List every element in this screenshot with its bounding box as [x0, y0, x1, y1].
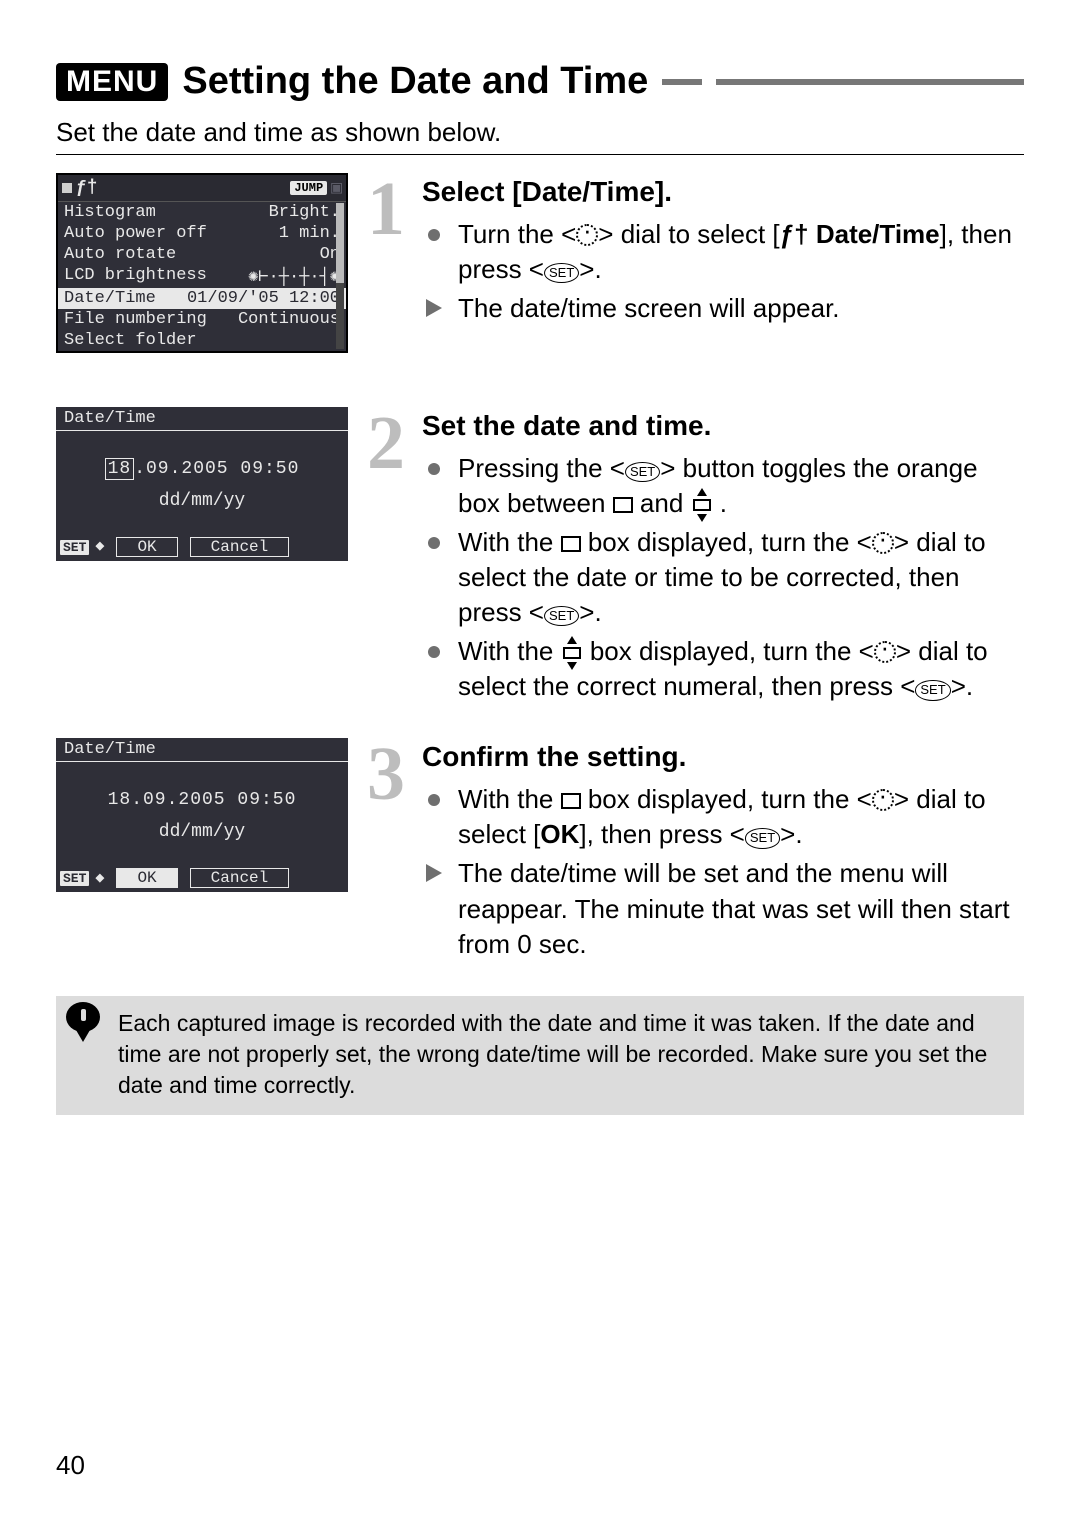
- set-icon: SET: [915, 680, 950, 700]
- dial-icon: [872, 789, 894, 811]
- step-3-heading: Confirm the setting.: [422, 738, 1024, 776]
- lcd-datetime-screenshot-2: Date/Time18.09.2005 09:50dd/mm/yy SET ◆ OK C…: [56, 738, 348, 892]
- lcd-menu-screenshot: ƒ† JUMP ▣ HistogramBright.Auto power off…: [56, 173, 348, 353]
- updown-icon: ◆: [95, 540, 104, 554]
- lcd-menu-row: LCD brightness✺⊢·┼·┼·┤✺: [58, 265, 346, 288]
- step-number-3: 3: [356, 744, 416, 805]
- set-label: SET: [60, 871, 89, 886]
- lcd-dt-button-row: SET ◆ OK Cancel: [56, 537, 348, 561]
- step-2-heading: Set the date and time.: [422, 407, 1024, 445]
- page-title-line: MENU Setting the Date and Time: [56, 60, 1024, 103]
- box-arrows-icon: [691, 493, 713, 517]
- page-number: 40: [56, 1450, 85, 1481]
- lcd-menu-row: File numberingContinuous: [58, 309, 346, 330]
- wrench-icon: ƒ†: [76, 178, 98, 198]
- step-bullet: The date/time screen will appear.: [422, 291, 1024, 326]
- set-label: SET: [60, 540, 89, 555]
- divider: [56, 154, 1024, 155]
- dial-icon: [576, 224, 598, 246]
- cancel-button: Cancel: [190, 868, 290, 888]
- note-icon: [66, 1002, 100, 1032]
- step-bullet: With the box displayed, turn the <> dial…: [422, 634, 1024, 704]
- title-rule: [662, 79, 702, 85]
- set-icon: SET: [625, 462, 660, 482]
- step-bullet: Turn the <> dial to select [ƒ† Date/Time…: [422, 217, 1024, 287]
- lcd-menu-row: Auto rotateOn: [58, 244, 346, 265]
- dial-icon: [872, 532, 894, 554]
- box-icon: [613, 497, 633, 513]
- set-icon: SET: [544, 263, 579, 283]
- menu-badge: MENU: [56, 63, 168, 101]
- updown-icon: ◆: [95, 872, 104, 886]
- lcd-dt-format: dd/mm/yy: [56, 491, 348, 537]
- wrench-icon: ƒ†: [780, 219, 809, 249]
- ok-button: OK: [116, 868, 177, 888]
- box-icon: [561, 536, 581, 552]
- lcd-scrollbar: [336, 203, 344, 349]
- lcd-datetime-screenshot-1: Date/Time18.09.2005 09:50dd/mm/yy SET ◆ OK C…: [56, 407, 348, 561]
- dial-icon: [874, 641, 896, 663]
- page-title: Setting the Date and Time: [182, 60, 648, 103]
- jump-badge: JUMP: [290, 181, 327, 195]
- lcd-menu-row: HistogramBright.: [58, 202, 346, 223]
- lcd-menu-row: Date/Time01/09/'05 12:00: [58, 288, 346, 309]
- lcd-dt-value: 18.09.2005 09:50: [56, 762, 348, 822]
- step-1-heading: Select [Date/Time].: [422, 173, 1024, 211]
- step-bullet: The date/time will be set and the menu w…: [422, 856, 1024, 961]
- note-box: Each captured image is recorded with the…: [56, 996, 1024, 1115]
- step-number-1: 1: [356, 179, 416, 240]
- lcd-menu-row: Auto power off1 min.: [58, 223, 346, 244]
- lcd-dt-button-row: SET ◆ OK Cancel: [56, 868, 348, 892]
- tab-indicator-icon: [62, 183, 72, 193]
- lcd-dt-title: Date/Time: [56, 738, 348, 762]
- lcd-dt-value: 18.09.2005 09:50: [56, 431, 348, 491]
- intro-text: Set the date and time as shown below.: [56, 117, 1024, 148]
- step-number-2: 2: [356, 413, 416, 474]
- step-bullet: With the box displayed, turn the <> dial…: [422, 782, 1024, 852]
- lcd-dt-format: dd/mm/yy: [56, 822, 348, 868]
- box-arrows-icon: [561, 641, 583, 665]
- step-bullet: Pressing the <SET> button toggles the or…: [422, 451, 1024, 521]
- ok-button: OK: [116, 537, 177, 557]
- title-rule: [716, 79, 1024, 85]
- note-text: Each captured image is recorded with the…: [118, 1010, 987, 1098]
- set-icon: SET: [544, 606, 579, 626]
- lcd-menu-row: Select folder: [58, 330, 346, 351]
- cancel-button: Cancel: [190, 537, 290, 557]
- box-icon: [561, 793, 581, 809]
- lcd-dt-title: Date/Time: [56, 407, 348, 431]
- camera-icon: ▣: [331, 177, 342, 199]
- set-icon: SET: [745, 828, 780, 848]
- step-bullet: With the box displayed, turn the <> dial…: [422, 525, 1024, 630]
